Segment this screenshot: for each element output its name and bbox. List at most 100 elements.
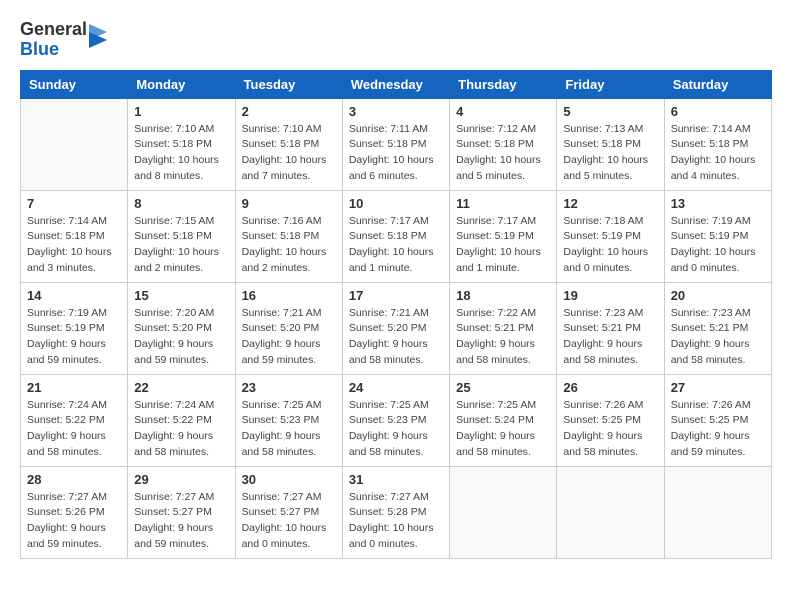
day-number: 24 bbox=[349, 380, 443, 395]
day-info: Sunrise: 7:23 AM Sunset: 5:21 PM Dayligh… bbox=[671, 306, 765, 369]
day-number: 30 bbox=[242, 472, 336, 487]
header-saturday: Saturday bbox=[664, 70, 771, 98]
calendar-cell bbox=[557, 466, 664, 558]
calendar-cell bbox=[21, 98, 128, 190]
calendar-week-3: 14Sunrise: 7:19 AM Sunset: 5:19 PM Dayli… bbox=[21, 282, 772, 374]
calendar-cell: 31Sunrise: 7:27 AM Sunset: 5:28 PM Dayli… bbox=[342, 466, 449, 558]
day-info: Sunrise: 7:16 AM Sunset: 5:18 PM Dayligh… bbox=[242, 214, 336, 277]
calendar-cell: 15 Sunrise: 7:20 AM Sunset: 5:20 PM Dayli… bbox=[128, 282, 235, 374]
calendar-cell: 1Sunrise: 7:10 AM Sunset: 5:18 PM Daylig… bbox=[128, 98, 235, 190]
day-info: Sunrise: 7:25 AM Sunset: 5:23 PM Dayligh… bbox=[349, 398, 443, 461]
day-number: 16 bbox=[242, 288, 336, 303]
calendar-cell: 11 Sunrise: 7:17 AM Sunset: 5:19 PM Dayli… bbox=[450, 190, 557, 282]
calendar-cell: 17Sunrise: 7:21 AM Sunset: 5:20 PM Dayli… bbox=[342, 282, 449, 374]
calendar-cell: 22Sunrise: 7:24 AM Sunset: 5:22 PM Dayli… bbox=[128, 374, 235, 466]
calendar-cell: 12 Sunrise: 7:18 AM Sunset: 5:19 PM Dayli… bbox=[557, 190, 664, 282]
day-info: Sunrise: 7:22 AM Sunset: 5:21 PM Dayligh… bbox=[456, 306, 550, 369]
calendar-cell: 23 Sunrise: 7:25 AM Sunset: 5:23 PM Dayli… bbox=[235, 374, 342, 466]
day-info: Sunrise: 7:12 AM Sunset: 5:18 PM Dayligh… bbox=[456, 122, 550, 185]
calendar-week-5: 28 Sunrise: 7:27 AM Sunset: 5:26 PM Dayli… bbox=[21, 466, 772, 558]
day-number: 7 bbox=[27, 196, 121, 211]
day-info: Sunrise: 7:27 AM Sunset: 5:26 PM Dayligh… bbox=[27, 490, 121, 553]
day-number: 13 bbox=[671, 196, 765, 211]
logo: GeneralBlue bbox=[20, 20, 109, 60]
calendar-cell: 4 Sunrise: 7:12 AM Sunset: 5:18 PM Daylig… bbox=[450, 98, 557, 190]
day-number: 1 bbox=[134, 104, 228, 119]
day-info: Sunrise: 7:19 AM Sunset: 5:19 PM Dayligh… bbox=[671, 214, 765, 277]
day-number: 23 bbox=[242, 380, 336, 395]
day-number: 5 bbox=[563, 104, 657, 119]
calendar-cell: 5 Sunrise: 7:13 AM Sunset: 5:18 PM Daylig… bbox=[557, 98, 664, 190]
day-number: 15 bbox=[134, 288, 228, 303]
day-number: 6 bbox=[671, 104, 765, 119]
calendar-cell: 16 Sunrise: 7:21 AM Sunset: 5:20 PM Dayli… bbox=[235, 282, 342, 374]
calendar-cell: 2 Sunrise: 7:10 AM Sunset: 5:18 PM Daylig… bbox=[235, 98, 342, 190]
day-number: 18 bbox=[456, 288, 550, 303]
calendar-cell: 14Sunrise: 7:19 AM Sunset: 5:19 PM Dayli… bbox=[21, 282, 128, 374]
header-wednesday: Wednesday bbox=[342, 70, 449, 98]
calendar-cell: 24 Sunrise: 7:25 AM Sunset: 5:23 PM Dayli… bbox=[342, 374, 449, 466]
day-info: Sunrise: 7:26 AM Sunset: 5:25 PM Dayligh… bbox=[671, 398, 765, 461]
day-number: 3 bbox=[349, 104, 443, 119]
day-number: 19 bbox=[563, 288, 657, 303]
day-number: 4 bbox=[456, 104, 550, 119]
day-info: Sunrise: 7:27 AM Sunset: 5:28 PM Dayligh… bbox=[349, 490, 443, 553]
day-info: Sunrise: 7:10 AM Sunset: 5:18 PM Dayligh… bbox=[242, 122, 336, 185]
logo: GeneralBlue bbox=[20, 20, 109, 60]
day-info: Sunrise: 7:21 AM Sunset: 5:20 PM Dayligh… bbox=[349, 306, 443, 369]
calendar-cell bbox=[450, 466, 557, 558]
day-number: 22 bbox=[134, 380, 228, 395]
calendar-cell: 9 Sunrise: 7:16 AM Sunset: 5:18 PM Daylig… bbox=[235, 190, 342, 282]
day-info: Sunrise: 7:27 AM Sunset: 5:27 PM Dayligh… bbox=[134, 490, 228, 553]
day-number: 14 bbox=[27, 288, 121, 303]
header-friday: Friday bbox=[557, 70, 664, 98]
day-number: 10 bbox=[349, 196, 443, 211]
calendar-week-1: 1 Sunrise: 7:10 AM Sunset: 5:18 PM Daylig… bbox=[21, 98, 772, 190]
calendar-cell: 30 Sunrise: 7:27 AM Sunset: 5:27 PM Dayli… bbox=[235, 466, 342, 558]
header-tuesday: Tuesday bbox=[235, 70, 342, 98]
logo-blue-text: Blue bbox=[20, 40, 87, 60]
calendar-cell: 20 Sunrise: 7:23 AM Sunset: 5:21 PM Dayli… bbox=[664, 282, 771, 374]
day-number: 25 bbox=[456, 380, 550, 395]
day-info: Sunrise: 7:17 AM Sunset: 5:19 PM Dayligh… bbox=[456, 214, 550, 277]
day-number: 2 bbox=[242, 104, 336, 119]
day-number: 20 bbox=[671, 288, 765, 303]
page-header: GeneralBlue bbox=[20, 20, 772, 60]
day-info: Sunrise: 7:13 AM Sunset: 5:18 PM Dayligh… bbox=[563, 122, 657, 185]
header-thursday: Thursday bbox=[450, 70, 557, 98]
day-number: 29 bbox=[134, 472, 228, 487]
logo-general-text: General bbox=[20, 20, 87, 40]
day-number: 11 bbox=[456, 196, 550, 211]
day-number: 8 bbox=[134, 196, 228, 211]
day-info: Sunrise: 7:25 AM Sunset: 5:24 PM Dayligh… bbox=[456, 398, 550, 461]
header-sunday: Sunday bbox=[21, 70, 128, 98]
calendar-cell: 6Sunrise: 7:14 AM Sunset: 5:18 PM Daylig… bbox=[664, 98, 771, 190]
day-info: Sunrise: 7:21 AM Sunset: 5:20 PM Dayligh… bbox=[242, 306, 336, 369]
calendar-cell: 19 Sunrise: 7:23 AM Sunset: 5:21 PM Dayli… bbox=[557, 282, 664, 374]
calendar-cell: 26 Sunrise: 7:26 AM Sunset: 5:25 PM Dayli… bbox=[557, 374, 664, 466]
calendar-cell: 27 Sunrise: 7:26 AM Sunset: 5:25 PM Dayli… bbox=[664, 374, 771, 466]
calendar-cell: 18 Sunrise: 7:22 AM Sunset: 5:21 PM Dayli… bbox=[450, 282, 557, 374]
calendar-week-4: 21Sunrise: 7:24 AM Sunset: 5:22 PM Dayli… bbox=[21, 374, 772, 466]
calendar-table: SundayMondayTuesdayWednesdayThursdayFrid… bbox=[20, 70, 772, 559]
day-number: 12 bbox=[563, 196, 657, 211]
day-info: Sunrise: 7:11 AM Sunset: 5:18 PM Dayligh… bbox=[349, 122, 443, 185]
day-number: 27 bbox=[671, 380, 765, 395]
calendar-cell: 28 Sunrise: 7:27 AM Sunset: 5:26 PM Dayli… bbox=[21, 466, 128, 558]
day-info: Sunrise: 7:25 AM Sunset: 5:23 PM Dayligh… bbox=[242, 398, 336, 461]
calendar-cell: 21Sunrise: 7:24 AM Sunset: 5:22 PM Dayli… bbox=[21, 374, 128, 466]
day-info: Sunrise: 7:20 AM Sunset: 5:20 PM Dayligh… bbox=[134, 306, 228, 369]
header-monday: Monday bbox=[128, 70, 235, 98]
day-info: Sunrise: 7:23 AM Sunset: 5:21 PM Dayligh… bbox=[563, 306, 657, 369]
day-info: Sunrise: 7:17 AM Sunset: 5:18 PM Dayligh… bbox=[349, 214, 443, 277]
day-number: 28 bbox=[27, 472, 121, 487]
calendar-cell: 25 Sunrise: 7:25 AM Sunset: 5:24 PM Dayli… bbox=[450, 374, 557, 466]
day-info: Sunrise: 7:15 AM Sunset: 5:18 PM Dayligh… bbox=[134, 214, 228, 277]
day-info: Sunrise: 7:27 AM Sunset: 5:27 PM Dayligh… bbox=[242, 490, 336, 553]
day-number: 9 bbox=[242, 196, 336, 211]
calendar-cell: 29 Sunrise: 7:27 AM Sunset: 5:27 PM Dayli… bbox=[128, 466, 235, 558]
day-info: Sunrise: 7:26 AM Sunset: 5:25 PM Dayligh… bbox=[563, 398, 657, 461]
day-number: 26 bbox=[563, 380, 657, 395]
day-info: Sunrise: 7:18 AM Sunset: 5:19 PM Dayligh… bbox=[563, 214, 657, 277]
calendar-cell bbox=[664, 466, 771, 558]
